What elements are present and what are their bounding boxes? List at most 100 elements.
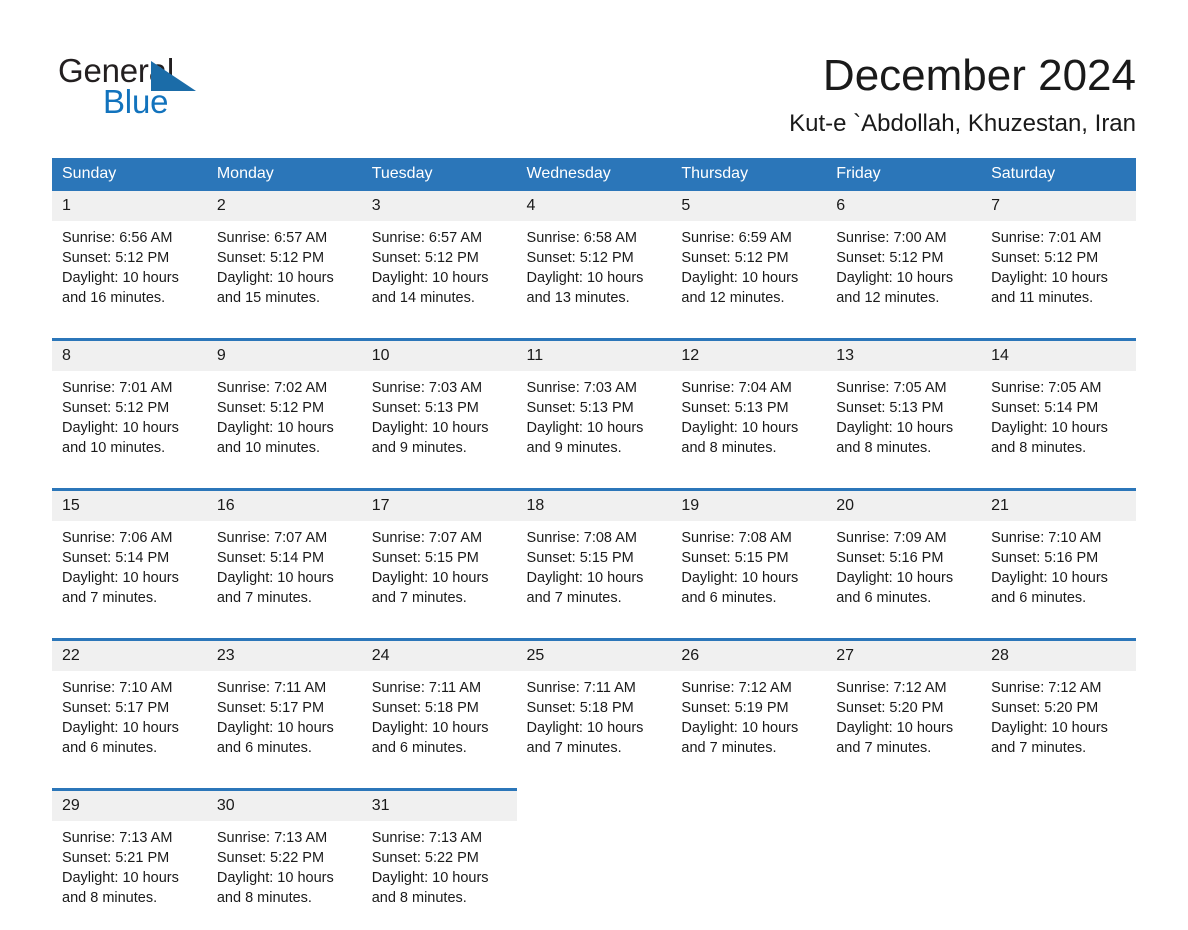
day-daylight-line-text: and 16 minutes. bbox=[62, 290, 166, 306]
day-number-cell[interactable]: 13 bbox=[826, 338, 982, 371]
day-number-cell[interactable]: 19 bbox=[671, 488, 827, 521]
day-number-cell[interactable]: 12 bbox=[671, 338, 827, 371]
day-sunrise-text: Sunrise: 7:07 AM bbox=[216, 530, 328, 546]
day-detail-cell[interactable]: Sunrise: 7:11 AM Sunset: 5:18 PM Daylight:… bbox=[516, 671, 672, 780]
day-sunset-text: Sunset: 5:14 PM bbox=[62, 550, 170, 566]
day-detail-cell[interactable]: Sunrise: 7:12 AM Sunset: 5:19 PM Daylight:… bbox=[671, 671, 827, 780]
day-number-cell[interactable]: 30 bbox=[206, 788, 362, 821]
day-detail-cell[interactable]: Sunrise: 6:56 AM Sunset: 5:12 PM Daylight:… bbox=[52, 221, 207, 330]
day-daylight-line-text: Daylight: 10 hours bbox=[991, 570, 1108, 586]
day-number-empty bbox=[516, 789, 672, 821]
day-detail-cell[interactable]: Sunrise: 7:03 AM Sunset: 5:13 PM Daylight:… bbox=[516, 371, 672, 480]
day-sunset-text: Sunset: 5:13 PM bbox=[836, 400, 944, 416]
day-detail-cell[interactable]: Sunrise: 6:58 AM Sunset: 5:12 PM Daylight:… bbox=[516, 221, 672, 330]
day-daylight-line-text: Daylight: 10 hours bbox=[991, 420, 1108, 436]
day-daylight-line-text: and 12 minutes. bbox=[836, 290, 940, 306]
day-sunset-text: Sunset: 5:12 PM bbox=[836, 250, 944, 266]
week-spacer-cell bbox=[52, 330, 1136, 340]
day-detail-cell[interactable]: Sunrise: 7:13 AM Sunset: 5:21 PM Daylight:… bbox=[52, 821, 207, 930]
day-detail-cell[interactable]: Sunrise: 7:08 AM Sunset: 5:15 PM Daylight:… bbox=[671, 521, 827, 630]
day-number-cell[interactable]: 27 bbox=[826, 638, 982, 671]
day-sunset-text: Sunset: 5:19 PM bbox=[681, 700, 789, 716]
day-detail-cell[interactable]: Sunrise: 7:05 AM Sunset: 5:14 PM Daylight:… bbox=[981, 371, 1136, 480]
day-number-cell[interactable]: 31 bbox=[361, 788, 517, 821]
day-number-cell[interactable]: 26 bbox=[671, 638, 827, 671]
day-daylight-line-text: Daylight: 10 hours bbox=[216, 270, 334, 286]
day-detail-cell[interactable]: Sunrise: 6:57 AM Sunset: 5:12 PM Daylight:… bbox=[361, 221, 517, 330]
day-daylight-line-text: Daylight: 10 hours bbox=[371, 570, 489, 586]
day-detail-cell[interactable]: Sunrise: 7:02 AM Sunset: 5:12 PM Daylight:… bbox=[206, 371, 362, 480]
day-detail-cell[interactable]: Sunrise: 7:05 AM Sunset: 5:13 PM Daylight:… bbox=[826, 371, 982, 480]
day-number-cell[interactable]: 14 bbox=[981, 338, 1136, 371]
day-sunrise-text: Sunrise: 7:08 AM bbox=[681, 530, 792, 546]
day-detail-cell[interactable]: Sunrise: 7:07 AM Sunset: 5:14 PM Daylight:… bbox=[206, 521, 362, 630]
day-number-cell[interactable]: 4 bbox=[516, 191, 672, 221]
day-number-cell[interactable]: 23 bbox=[206, 638, 362, 671]
day-detail-cell[interactable]: Sunrise: 7:12 AM Sunset: 5:20 PM Daylight:… bbox=[981, 671, 1136, 780]
day-daylight-line-text: and 12 minutes. bbox=[681, 290, 785, 306]
day-daylight-line-text: and 7 minutes. bbox=[526, 740, 622, 756]
day-detail-cell[interactable]: Sunrise: 7:11 AM Sunset: 5:17 PM Daylight:… bbox=[206, 671, 362, 780]
day-detail-cell[interactable]: Sunrise: 6:59 AM Sunset: 5:12 PM Daylight:… bbox=[671, 221, 827, 330]
day-detail-cell[interactable]: Sunrise: 7:12 AM Sunset: 5:20 PM Daylight:… bbox=[826, 671, 982, 780]
day-detail-cell[interactable]: Sunrise: 7:01 AM Sunset: 5:12 PM Daylight:… bbox=[981, 221, 1136, 330]
day-sunset-text: Sunset: 5:17 PM bbox=[62, 700, 170, 716]
day-number-cell[interactable]: 29 bbox=[52, 788, 207, 821]
day-sunset-text: Sunset: 5:12 PM bbox=[62, 400, 170, 416]
day-number-cell[interactable]: 2 bbox=[206, 191, 362, 221]
day-sunrise-text: Sunrise: 7:13 AM bbox=[216, 830, 328, 846]
day-detail-cell[interactable]: Sunrise: 7:03 AM Sunset: 5:13 PM Daylight:… bbox=[361, 371, 517, 480]
day-detail-cell[interactable]: Sunrise: 7:07 AM Sunset: 5:15 PM Daylight:… bbox=[361, 521, 517, 630]
day-detail-cell[interactable]: Sunrise: 7:06 AM Sunset: 5:14 PM Daylight:… bbox=[52, 521, 207, 630]
day-detail-cell[interactable]: Sunrise: 7:01 AM Sunset: 5:12 PM Daylight:… bbox=[52, 371, 207, 480]
day-daylight-line-text: Daylight: 10 hours bbox=[62, 870, 179, 886]
location-subtitle: Kut-e `Abdollah, Khuzestan, Iran bbox=[789, 110, 1136, 137]
day-number-cell[interactable]: 7 bbox=[981, 191, 1136, 221]
day-daylight-line-text: and 8 minutes. bbox=[216, 890, 312, 906]
day-detail-cell[interactable]: Sunrise: 7:08 AM Sunset: 5:15 PM Daylight:… bbox=[516, 521, 672, 630]
day-number-cell[interactable]: 3 bbox=[361, 191, 517, 221]
day-detail-cell[interactable]: Sunrise: 7:10 AM Sunset: 5:17 PM Daylight:… bbox=[52, 671, 207, 780]
day-number-cell[interactable]: 28 bbox=[981, 638, 1136, 671]
day-daylight-line-text: and 9 minutes. bbox=[526, 440, 622, 456]
day-number-cell[interactable]: 6 bbox=[826, 191, 982, 221]
day-number-cell[interactable]: 24 bbox=[361, 638, 517, 671]
day-number-cell[interactable]: 5 bbox=[671, 191, 827, 221]
day-number-cell[interactable]: 21 bbox=[981, 488, 1136, 521]
day-number-cell[interactable]: 1 bbox=[52, 191, 207, 221]
day-number-cell[interactable]: 22 bbox=[52, 638, 207, 671]
day-number-cell[interactable]: 8 bbox=[52, 338, 207, 371]
day-detail-cell[interactable]: Sunrise: 7:09 AM Sunset: 5:16 PM Daylight:… bbox=[826, 521, 982, 630]
day-sunset-text: Sunset: 5:13 PM bbox=[371, 400, 479, 416]
day-daylight-line-text: and 7 minutes. bbox=[216, 590, 312, 606]
day-number-cell[interactable]: 16 bbox=[206, 488, 362, 521]
day-sunset-text: Sunset: 5:20 PM bbox=[991, 700, 1099, 716]
week-spacer-cell bbox=[52, 780, 1136, 790]
day-number-cell[interactable]: 10 bbox=[361, 338, 517, 371]
day-detail-cell[interactable]: Sunrise: 7:10 AM Sunset: 5:16 PM Daylight:… bbox=[981, 521, 1136, 630]
day-number-cell[interactable]: 11 bbox=[516, 338, 672, 371]
day-detail-cell[interactable]: Sunrise: 7:13 AM Sunset: 5:22 PM Daylight:… bbox=[206, 821, 362, 930]
day-sunset-text: Sunset: 5:13 PM bbox=[526, 400, 634, 416]
day-sunrise-text: Sunrise: 7:07 AM bbox=[371, 530, 483, 546]
day-daylight-line-text: and 8 minutes. bbox=[991, 440, 1087, 456]
day-detail-cell[interactable]: Sunrise: 7:00 AM Sunset: 5:12 PM Daylight:… bbox=[826, 221, 982, 330]
day-daylight-line-text: and 6 minutes. bbox=[991, 590, 1087, 606]
day-detail-cell[interactable]: Sunrise: 7:04 AM Sunset: 5:13 PM Daylight:… bbox=[671, 371, 827, 480]
week-daynumber-row: 1234567 bbox=[52, 191, 1136, 221]
day-number-cell[interactable]: 15 bbox=[52, 488, 207, 521]
day-daylight-line-text: Daylight: 10 hours bbox=[681, 570, 799, 586]
day-sunrise-text: Sunrise: 7:10 AM bbox=[991, 530, 1102, 546]
day-detail-cell[interactable]: Sunrise: 7:13 AM Sunset: 5:22 PM Daylight:… bbox=[361, 821, 517, 930]
day-detail-cell[interactable]: Sunrise: 7:11 AM Sunset: 5:18 PM Daylight:… bbox=[361, 671, 517, 780]
day-detail-cell[interactable]: Sunrise: 6:57 AM Sunset: 5:12 PM Daylight:… bbox=[206, 221, 362, 330]
day-number-cell[interactable]: 25 bbox=[516, 638, 672, 671]
day-sunrise-text: Sunrise: 6:56 AM bbox=[62, 230, 173, 246]
day-number-cell[interactable]: 18 bbox=[516, 488, 672, 521]
title-block: December 2024 Kut-e `Abdollah, Khuzestan… bbox=[789, 50, 1136, 140]
day-number-cell[interactable]: 9 bbox=[206, 338, 362, 371]
weekday-header-saturday: Saturday bbox=[981, 158, 1136, 191]
day-number-cell[interactable]: 20 bbox=[826, 488, 982, 521]
day-sunset-text: Sunset: 5:14 PM bbox=[216, 550, 325, 566]
day-number-cell[interactable]: 17 bbox=[361, 488, 517, 521]
